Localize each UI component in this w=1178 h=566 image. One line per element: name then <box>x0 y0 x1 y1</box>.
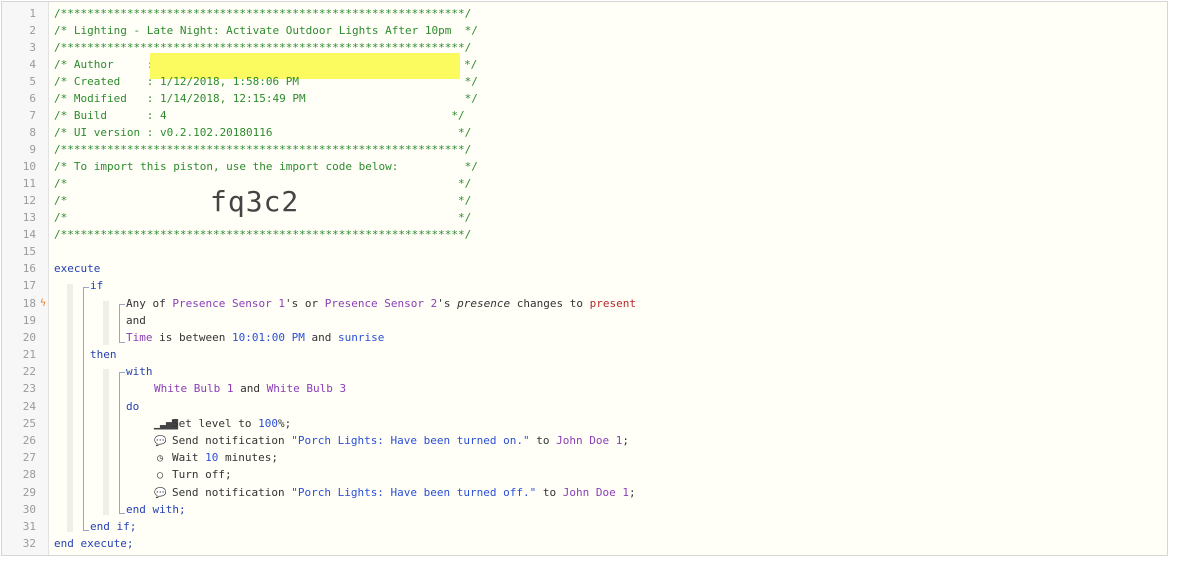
line-number: 7 <box>29 109 36 122</box>
line-number: 21 <box>22 348 36 361</box>
line-number: 24 <box>22 400 36 413</box>
line-number: 11 <box>22 177 36 190</box>
line-number: 26 <box>22 434 36 447</box>
header-modified: /* Modified : 1/14/2018, 12:15:49 PM */ <box>54 92 478 105</box>
clock-icon: ◷ <box>156 453 164 464</box>
indent-bar <box>103 369 109 515</box>
line-number: 4 <box>29 58 36 71</box>
line-number: 9 <box>29 143 36 156</box>
line-number: 10 <box>22 160 36 173</box>
condition-bracket-bottom <box>119 334 125 343</box>
action-notify-off[interactable]: 💬 Send notification "Porch Lights: Have b… <box>154 484 636 501</box>
line-number: 8 <box>29 126 36 139</box>
line-number: 15 <box>22 245 36 258</box>
action-wait[interactable]: ◷ Wait 10 minutes; <box>154 449 278 466</box>
line-number: 14 <box>22 228 36 241</box>
with-bracket <box>119 372 120 513</box>
level-value: 100 <box>258 417 278 430</box>
line-number: 2 <box>29 24 36 37</box>
time-start: 10:01:00 PM <box>231 331 305 344</box>
line-number: 29 <box>22 486 36 499</box>
power-icon: ◯ <box>156 470 164 481</box>
line-number: 25 <box>22 417 36 430</box>
wait-value: 10 <box>205 451 219 464</box>
header-border: /***************************************… <box>54 228 472 241</box>
action-set-level[interactable]: ▁▃▅▇Set level to 100%; <box>154 415 291 432</box>
value-present: present <box>589 297 636 310</box>
import-code[interactable]: fq3c2 <box>210 185 299 219</box>
end-execute-keyword: end execute; <box>54 537 134 550</box>
with-devices[interactable]: White Bulb 1 and White Bulb 3 <box>154 380 346 397</box>
and-operator: and <box>126 314 146 327</box>
notify-message: "Porch Lights: Have been turned off." <box>291 486 537 499</box>
time-end: sunrise <box>337 331 385 344</box>
condition-time[interactable]: Time is between 10:01:00 PM and sunrise <box>126 329 384 346</box>
code-editor: 1 2 3 4 5 6 7 8 9 10 11 12 13 14 15 16 17 18 19 20 21 22 23 24 2… <box>1 1 1168 556</box>
line-number: 31 <box>22 520 36 533</box>
line-number: 17 <box>22 279 36 292</box>
if-keyword: if <box>90 279 104 292</box>
notify-message: "Porch Lights: Have been turned on." <box>291 434 530 447</box>
header-ui-version: /* UI version : v0.2.102.20180116 */ <box>54 126 472 139</box>
header-import-hint: /* To import this piston, use the import… <box>54 160 478 173</box>
line-number: 1 <box>29 7 36 20</box>
end-with-keyword: end with; <box>126 503 186 516</box>
line-number: 28 <box>22 468 36 481</box>
line-number: 6 <box>29 92 36 105</box>
line-number: 19 <box>22 314 36 327</box>
header-author: /* Author : <box>54 58 160 71</box>
indent-bar <box>103 301 109 345</box>
if-bracket-bottom <box>83 522 89 531</box>
header-title: /* Lighting - Late Night: Activate Outdo… <box>54 24 478 37</box>
recipient: John Doe 1 <box>556 434 623 447</box>
line-number: 16 <box>22 262 36 275</box>
do-keyword: do <box>126 400 140 413</box>
device-presence-sensor-2: Presence Sensor 2 <box>324 297 438 310</box>
line-number: 32 <box>22 537 36 550</box>
message-icon: 💬 <box>154 488 167 499</box>
execute-keyword: execute <box>54 262 101 275</box>
header-author-end: */ <box>464 58 478 71</box>
signal-icon: ▁▃▅▇ <box>154 419 179 430</box>
device-white-bulb-3: White Bulb 3 <box>266 382 347 395</box>
line-number: 13 <box>22 211 36 224</box>
device-white-bulb-1: White Bulb 1 <box>154 382 234 395</box>
bolt-icon: ϟ <box>40 298 47 309</box>
line-number-gutter: 1 2 3 4 5 6 7 8 9 10 11 12 13 14 15 16 17 18 19 20 21 22 23 24 2… <box>2 2 49 555</box>
line-number: 22 <box>22 365 36 378</box>
line-number: 12 <box>22 194 36 207</box>
attribute-presence: presence <box>457 297 511 310</box>
line-number: 20 <box>22 331 36 344</box>
end-if-keyword: end if; <box>90 520 137 533</box>
line-number: 23 <box>22 382 36 395</box>
line-number: 18 <box>22 297 36 310</box>
line-number: 5 <box>29 75 36 88</box>
recipient: John Doe 1 <box>562 486 629 499</box>
header-border: /***************************************… <box>54 143 472 156</box>
line-number: 30 <box>22 503 36 516</box>
header-created: /* Created : 1/12/2018, 1:58:06 PM */ <box>54 75 478 88</box>
with-keyword: with <box>126 365 153 378</box>
line-number: 27 <box>22 451 36 464</box>
header-border: /***************************************… <box>54 7 472 20</box>
line-number: 3 <box>29 41 36 54</box>
if-bracket <box>83 287 84 530</box>
message-icon: 💬 <box>154 436 167 447</box>
with-bracket-bottom <box>119 505 125 514</box>
time-operand: Time <box>126 331 153 344</box>
then-keyword: then <box>90 348 117 361</box>
header-build: /* Build : 4 */ <box>54 109 465 122</box>
condition-presence[interactable]: Any of Presence Sensor 1's or Presence S… <box>126 295 636 312</box>
indent-bar <box>67 284 73 532</box>
action-turn-off[interactable]: ◯ Turn off; <box>154 466 232 483</box>
device-presence-sensor-1: Presence Sensor 1 <box>172 297 285 310</box>
action-notify-on[interactable]: 💬 Send notification "Porch Lights: Have b… <box>154 432 629 449</box>
